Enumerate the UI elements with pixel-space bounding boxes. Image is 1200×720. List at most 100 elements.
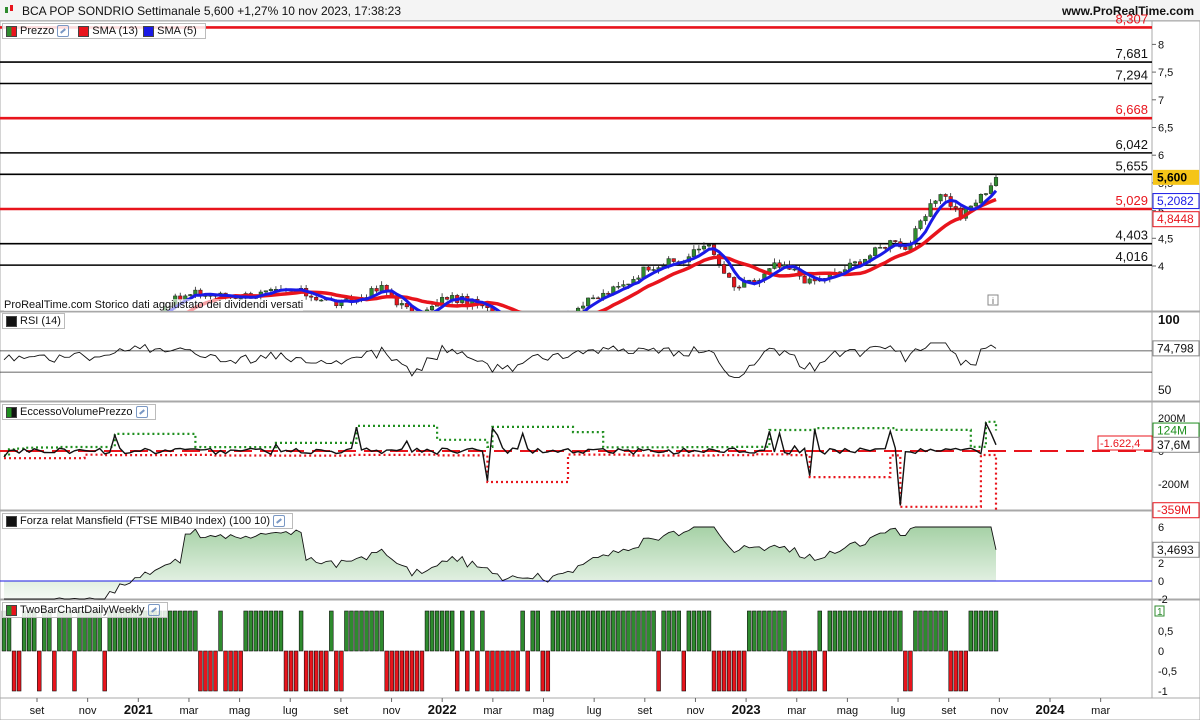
sma13-swatch	[78, 25, 90, 37]
level-label-7: 4,403	[1115, 228, 1148, 243]
twobar-bar	[243, 610, 248, 652]
wrench-icon[interactable]	[57, 25, 70, 37]
twobar-bar	[510, 650, 515, 692]
twobar-bar	[540, 650, 546, 692]
wrench-icon[interactable]	[135, 406, 148, 418]
twobar-bar	[570, 610, 576, 652]
candle-body	[706, 244, 712, 247]
chart-canvas[interactable]: 8,307 7,681 7,294 6,668 6,042 5,655 5,029 4,403…	[0, 0, 1200, 720]
legend-label-volume[interactable]: EccessoVolumePrezzo	[20, 406, 133, 418]
twobar-bar	[404, 650, 410, 692]
twobar-bar	[565, 610, 571, 652]
candle-body	[696, 248, 701, 251]
twobar-bar	[903, 650, 908, 692]
twobar-bar	[530, 610, 535, 652]
twobar-bar	[928, 610, 933, 652]
twobar-bar	[545, 650, 551, 692]
twobar-bar	[193, 610, 198, 652]
x-tick-label-20: 2024	[1036, 702, 1066, 717]
twobar-bar	[233, 650, 238, 692]
twobar-bar	[938, 610, 943, 652]
twobar-bar	[102, 650, 107, 692]
panel-vol	[0, 401, 1153, 511]
twobar-bar	[802, 650, 807, 692]
twobar-bar	[706, 610, 712, 652]
legend-item-sma13[interactable]: SMA (13)	[78, 25, 138, 37]
candle-body	[983, 193, 988, 195]
twobar-bar	[72, 650, 77, 692]
volume-legend: EccessoVolumePrezzo	[2, 404, 156, 420]
x-tick-label-6: set	[334, 705, 349, 717]
twobar-bar	[263, 610, 269, 652]
candle-body	[314, 297, 319, 301]
twobar-bar	[429, 610, 435, 652]
price-tick-label-4: 6	[1158, 150, 1164, 162]
twobar-bar	[661, 610, 666, 652]
x-tick-label-12: set	[637, 705, 652, 717]
mansfield-swatch	[6, 515, 17, 527]
twobar-bar	[867, 610, 873, 652]
twobar-swatch	[6, 604, 17, 616]
legend-item-price[interactable]: Prezzo	[6, 25, 73, 37]
candle-body	[938, 194, 943, 202]
twobar-bar	[857, 610, 863, 652]
twobar-bar	[374, 610, 379, 652]
twobar-bar	[752, 610, 757, 652]
twobar-bar	[183, 610, 188, 652]
mansfield-tick-label-4: -2	[1158, 594, 1168, 606]
level-label-4: 6,042	[1115, 137, 1148, 152]
price-tick-label-0: 8	[1158, 39, 1164, 51]
candle-body	[933, 200, 938, 204]
candle-body	[903, 246, 908, 250]
twobar-bar	[641, 610, 646, 652]
price-tick-label-7: 4,5	[1158, 233, 1173, 245]
twobar-bar	[731, 650, 737, 692]
twobar-bar	[893, 610, 898, 652]
legend-label-mansfield[interactable]: Forza relat Mansfield (FTSE MIB40 Index)…	[20, 515, 270, 527]
candle-body	[591, 297, 596, 300]
twobar-bar	[656, 650, 661, 692]
twobar-bar	[807, 650, 812, 692]
candle-body	[722, 264, 727, 274]
price-tick-label-3: 6,5	[1158, 123, 1173, 135]
twobar-bar	[701, 610, 707, 652]
candle-body	[188, 294, 193, 297]
candle-body	[943, 194, 948, 197]
volume-upper-last: 124M	[1157, 424, 1187, 438]
twobar-bar	[686, 610, 692, 652]
candle-body	[978, 194, 983, 204]
x-tick-label-14: 2023	[732, 702, 761, 717]
rsi-tick-label-0: 100	[1158, 312, 1180, 327]
twobar-bar	[349, 610, 354, 652]
x-tick-label-7: nov	[383, 705, 401, 717]
sma13-last-label: 4,8448	[1157, 212, 1194, 226]
twobar-bar	[167, 610, 173, 652]
twobar-bar	[696, 610, 702, 652]
x-tick-label-13: nov	[687, 705, 705, 717]
rsi-last-label: 74,798	[1157, 341, 1194, 355]
twobar-bar	[394, 650, 399, 692]
twobar-bar	[747, 610, 752, 652]
candle-body	[928, 203, 933, 217]
candle-body	[596, 297, 601, 300]
twobar-bar	[188, 610, 193, 652]
candle-body	[737, 286, 742, 289]
candle-body	[973, 202, 978, 207]
legend-label-rsi[interactable]: RSI (14)	[20, 315, 61, 327]
twobar-bar	[399, 650, 405, 692]
twobar-bar	[278, 610, 284, 652]
price-tick-label-1: 7,5	[1158, 67, 1173, 79]
x-tick-label-4: mag	[229, 705, 250, 717]
legend-label-twobar[interactable]: TwoBarChartDailyWeekly	[20, 604, 145, 616]
panel-price	[0, 20, 1153, 312]
wrench-icon[interactable]	[273, 515, 286, 527]
twobar-bar	[631, 610, 636, 652]
wrench-icon[interactable]	[147, 604, 160, 616]
twobar-bar	[842, 610, 848, 652]
twobar-bar	[268, 610, 274, 652]
candle-body	[802, 275, 807, 284]
candle-body	[701, 245, 706, 250]
legend-item-sma5[interactable]: SMA (5)	[143, 25, 197, 37]
twobar-bar	[676, 610, 681, 652]
twobar-bar	[454, 650, 460, 692]
